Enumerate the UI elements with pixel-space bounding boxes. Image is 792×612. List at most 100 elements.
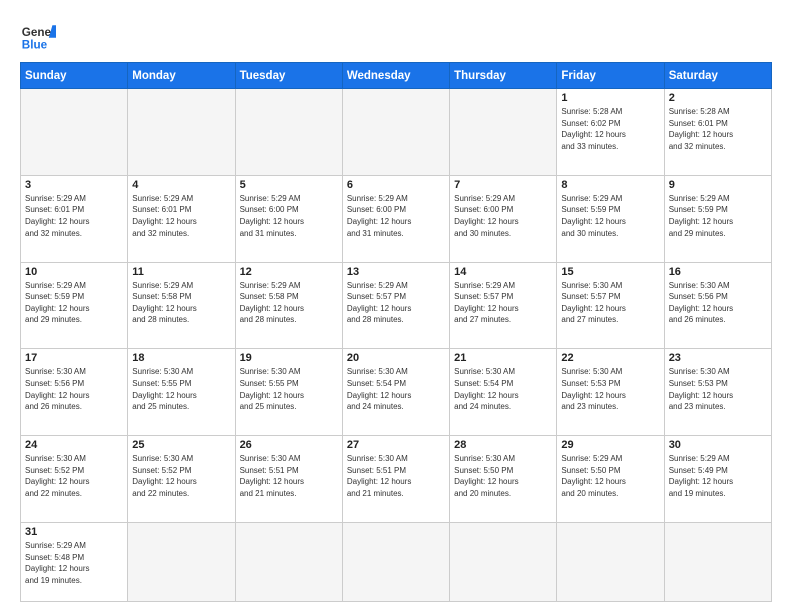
calendar-cell: 8Sunrise: 5:29 AM Sunset: 5:59 PM Daylig… [557,175,664,262]
day-number: 15 [561,266,659,278]
calendar-cell: 21Sunrise: 5:30 AM Sunset: 5:54 PM Dayli… [450,349,557,436]
calendar-cell: 4 Sunrise: 5:29 AM Sunset: 6:01 PM Daylig… [128,175,235,262]
day-number: 2 [669,92,767,104]
weekday-header-friday: Friday [557,63,664,89]
day-info: Sunrise: 5:30 AM Sunset: 5:53 PM Dayligh… [561,366,659,412]
weekday-header-sunday: Sunday [21,63,128,89]
day-info: Sunrise: 5:28 AM Sunset: 6:01 PM Dayligh… [669,106,767,152]
day-info: Sunrise: 5:30 AM Sunset: 5:51 PM Dayligh… [240,453,338,499]
day-number: 23 [669,352,767,364]
day-number: 1 [561,92,659,104]
day-info: Sunrise: 5:29 AM Sunset: 6:00 PM Dayligh… [240,193,338,239]
calendar-cell: 29Sunrise: 5:29 AM Sunset: 5:50 PM Dayli… [557,436,664,523]
calendar-cell: 22 Sunrise: 5:30 AM Sunset: 5:53 PM Dayli… [557,349,664,436]
calendar-table: SundayMondayTuesdayWednesdayThursdayFrid… [20,62,772,602]
day-info: Sunrise: 5:30 AM Sunset: 5:57 PM Dayligh… [561,280,659,326]
day-info: Sunrise: 5:30 AM Sunset: 5:51 PM Dayligh… [347,453,445,499]
calendar-cell: 16 Sunrise: 5:30 AM Sunset: 5:56 PM Dayli… [664,262,771,349]
day-number: 30 [669,439,767,451]
day-info: Sunrise: 5:29 AM Sunset: 6:01 PM Dayligh… [132,193,230,239]
day-info: Sunrise: 5:29 AM Sunset: 5:57 PM Dayligh… [347,280,445,326]
day-info: Sunrise: 5:30 AM Sunset: 5:55 PM Dayligh… [240,366,338,412]
day-info: Sunrise: 5:29 AM Sunset: 5:49 PM Dayligh… [669,453,767,499]
calendar-cell: 23Sunrise: 5:30 AM Sunset: 5:53 PM Dayli… [664,349,771,436]
calendar-cell: 19 Sunrise: 5:30 AM Sunset: 5:55 PM Dayli… [235,349,342,436]
calendar-cell: 9Sunrise: 5:29 AM Sunset: 5:59 PM Daylig… [664,175,771,262]
calendar-cell: 26 Sunrise: 5:30 AM Sunset: 5:51 PM Dayli… [235,436,342,523]
calendar-cell: 18 Sunrise: 5:30 AM Sunset: 5:55 PM Dayli… [128,349,235,436]
calendar-cell: 3 Sunrise: 5:29 AM Sunset: 6:01 PM Daylig… [21,175,128,262]
day-info: Sunrise: 5:30 AM Sunset: 5:55 PM Dayligh… [132,366,230,412]
day-number: 16 [669,266,767,278]
calendar-cell: 12Sunrise: 5:29 AM Sunset: 5:58 PM Dayli… [235,262,342,349]
week-row-2: 3 Sunrise: 5:29 AM Sunset: 6:01 PM Daylig… [21,175,772,262]
day-number: 12 [240,266,338,278]
day-info: Sunrise: 5:30 AM Sunset: 5:52 PM Dayligh… [132,453,230,499]
day-number: 22 [561,352,659,364]
calendar-cell [450,522,557,601]
day-number: 24 [25,439,123,451]
weekday-header-tuesday: Tuesday [235,63,342,89]
calendar-cell [342,89,449,176]
day-number: 14 [454,266,552,278]
calendar-cell [21,89,128,176]
day-number: 10 [25,266,123,278]
weekday-header-monday: Monday [128,63,235,89]
week-row-4: 17 Sunrise: 5:30 AM Sunset: 5:56 PM Dayli… [21,349,772,436]
weekday-header-wednesday: Wednesday [342,63,449,89]
calendar-cell: 1 Sunrise: 5:28 AM Sunset: 6:02 PM Daylig… [557,89,664,176]
calendar-cell: 27 Sunrise: 5:30 AM Sunset: 5:51 PM Dayli… [342,436,449,523]
calendar-cell [450,89,557,176]
day-number: 17 [25,352,123,364]
day-number: 19 [240,352,338,364]
week-row-6: 31Sunrise: 5:29 AM Sunset: 5:48 PM Dayli… [21,522,772,601]
day-info: Sunrise: 5:29 AM Sunset: 5:59 PM Dayligh… [25,280,123,326]
calendar-cell: 10 Sunrise: 5:29 AM Sunset: 5:59 PM Dayli… [21,262,128,349]
weekday-header-row: SundayMondayTuesdayWednesdayThursdayFrid… [21,63,772,89]
logo-icon: General Blue [20,18,56,54]
day-info: Sunrise: 5:30 AM Sunset: 5:52 PM Dayligh… [25,453,123,499]
day-info: Sunrise: 5:28 AM Sunset: 6:02 PM Dayligh… [561,106,659,152]
calendar-cell: 24 Sunrise: 5:30 AM Sunset: 5:52 PM Dayli… [21,436,128,523]
day-info: Sunrise: 5:29 AM Sunset: 5:58 PM Dayligh… [132,280,230,326]
calendar-cell: 31Sunrise: 5:29 AM Sunset: 5:48 PM Dayli… [21,522,128,601]
svg-text:Blue: Blue [22,39,48,52]
calendar-cell: 5Sunrise: 5:29 AM Sunset: 6:00 PM Daylig… [235,175,342,262]
calendar-cell: 2 Sunrise: 5:28 AM Sunset: 6:01 PM Daylig… [664,89,771,176]
calendar-cell [235,522,342,601]
day-info: Sunrise: 5:30 AM Sunset: 5:56 PM Dayligh… [669,280,767,326]
calendar-cell: 30 Sunrise: 5:29 AM Sunset: 5:49 PM Dayli… [664,436,771,523]
calendar-cell [128,522,235,601]
day-number: 29 [561,439,659,451]
page-header: General Blue [20,18,772,54]
day-number: 4 [132,179,230,191]
calendar-cell: 7 Sunrise: 5:29 AM Sunset: 6:00 PM Daylig… [450,175,557,262]
day-info: Sunrise: 5:29 AM Sunset: 6:00 PM Dayligh… [454,193,552,239]
calendar-cell: 13 Sunrise: 5:29 AM Sunset: 5:57 PM Dayli… [342,262,449,349]
calendar-cell: 20 Sunrise: 5:30 AM Sunset: 5:54 PM Dayli… [342,349,449,436]
day-number: 20 [347,352,445,364]
day-number: 8 [561,179,659,191]
day-number: 13 [347,266,445,278]
day-info: Sunrise: 5:29 AM Sunset: 5:48 PM Dayligh… [25,540,123,586]
day-info: Sunrise: 5:29 AM Sunset: 5:57 PM Dayligh… [454,280,552,326]
day-info: Sunrise: 5:30 AM Sunset: 5:56 PM Dayligh… [25,366,123,412]
day-number: 25 [132,439,230,451]
day-number: 3 [25,179,123,191]
day-number: 6 [347,179,445,191]
calendar-cell [557,522,664,601]
day-number: 28 [454,439,552,451]
day-info: Sunrise: 5:30 AM Sunset: 5:54 PM Dayligh… [347,366,445,412]
calendar-cell: 17 Sunrise: 5:30 AM Sunset: 5:56 PM Dayli… [21,349,128,436]
weekday-header-saturday: Saturday [664,63,771,89]
day-number: 27 [347,439,445,451]
day-number: 7 [454,179,552,191]
day-number: 26 [240,439,338,451]
calendar-cell [235,89,342,176]
calendar-cell [664,522,771,601]
day-info: Sunrise: 5:29 AM Sunset: 6:01 PM Dayligh… [25,193,123,239]
weekday-header-thursday: Thursday [450,63,557,89]
day-info: Sunrise: 5:29 AM Sunset: 6:00 PM Dayligh… [347,193,445,239]
day-number: 18 [132,352,230,364]
day-number: 21 [454,352,552,364]
